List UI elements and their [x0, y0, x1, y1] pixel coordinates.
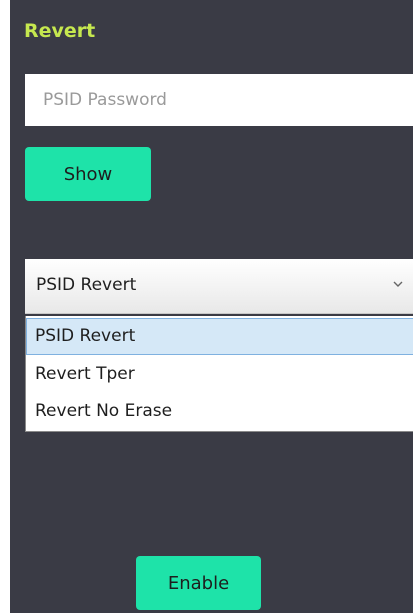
select-value: PSID Revert: [36, 275, 137, 295]
option-psid-revert[interactable]: PSID Revert: [26, 318, 413, 355]
psid-password-input[interactable]: [25, 74, 413, 126]
revert-type-dropdown: PSID Revert Revert Tper Revert No Erase: [25, 316, 413, 432]
panel-title: Revert: [24, 20, 96, 42]
option-revert-no-erase[interactable]: Revert No Erase: [26, 393, 413, 430]
chevron-down-icon: [393, 281, 403, 287]
show-button[interactable]: Show: [25, 147, 151, 201]
enable-button[interactable]: Enable: [136, 556, 261, 610]
option-revert-tper[interactable]: Revert Tper: [26, 356, 413, 393]
revert-type-select[interactable]: PSID Revert: [25, 259, 413, 314]
